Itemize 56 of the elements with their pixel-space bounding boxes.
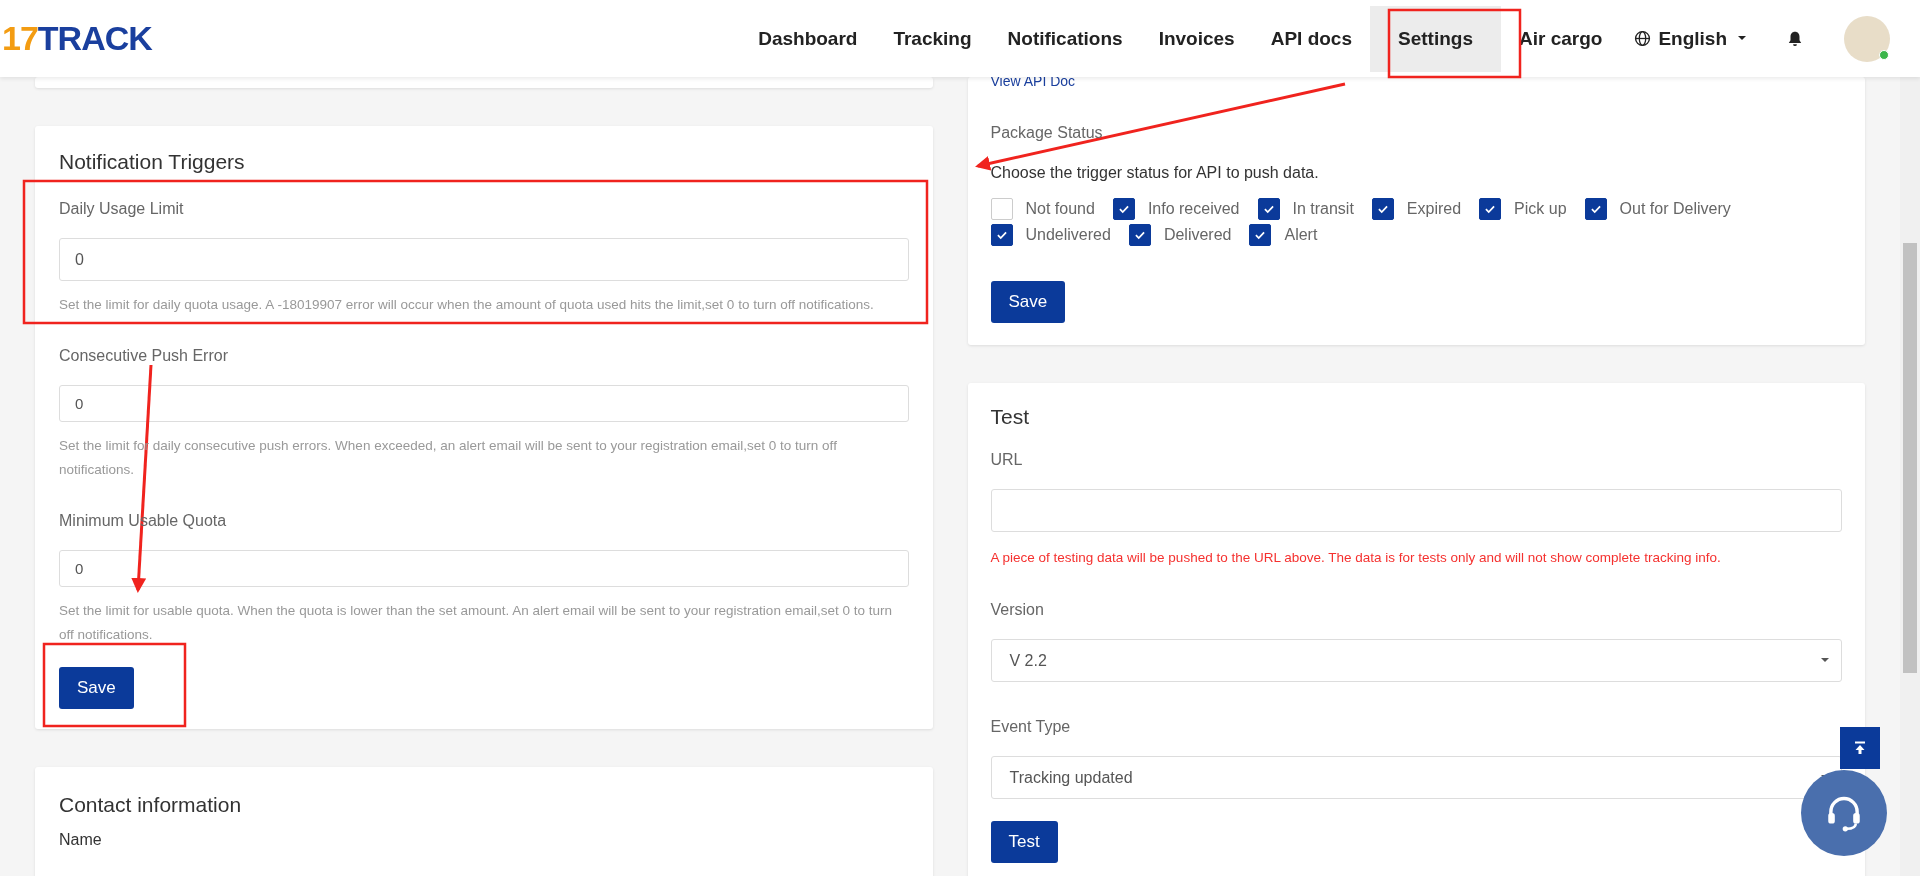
url-input-field[interactable] — [990, 489, 1842, 532]
checkbox-label: Not found — [1025, 200, 1095, 218]
section-title: Notification Triggers — [59, 150, 246, 174]
logo[interactable]: 17TRACK — [0, 19, 152, 58]
bell-icon[interactable] — [1786, 29, 1804, 48]
checkbox[interactable] — [1257, 198, 1280, 220]
checkbox[interactable] — [1584, 198, 1607, 220]
checkbox-label: Out for Delivery — [1619, 200, 1731, 218]
section-title: Contact information — [59, 793, 243, 817]
nav-tab[interactable]: Air cargo — [1500, 5, 1621, 72]
checkbox-label: In transit — [1292, 200, 1354, 218]
checkbox-label: Undelivered — [1025, 226, 1111, 244]
field-label: Consecutive Push Error — [59, 347, 229, 365]
globe-icon — [1634, 30, 1652, 47]
checkbox-label: Pick up — [1514, 200, 1567, 218]
back-to-top-button[interactable] — [1840, 727, 1880, 769]
field-label: URL — [990, 451, 1024, 469]
checkbox[interactable] — [990, 224, 1013, 246]
checkbox[interactable] — [1128, 224, 1151, 246]
checkbox[interactable] — [1112, 198, 1135, 220]
caret-icon — [1821, 658, 1829, 663]
checkbox-label: Info received — [1147, 200, 1240, 218]
save-button[interactable]: Save — [990, 281, 1066, 323]
arrow-up-icon — [1852, 740, 1868, 756]
nav-tab[interactable]: Settings — [1370, 5, 1501, 72]
scrollbar[interactable] — [1900, 77, 1920, 876]
language-selector[interactable]: English — [1634, 27, 1746, 50]
save-button[interactable]: Save — [59, 667, 134, 709]
checkbox[interactable] — [1479, 198, 1502, 220]
nav-tab[interactable]: Dashboard — [740, 5, 876, 72]
field-label: Package Status — [990, 124, 1104, 142]
checkbox-label: Alert — [1284, 226, 1318, 244]
test-button[interactable]: Test — [990, 821, 1058, 863]
field-label: Version — [990, 601, 1045, 619]
checkbox[interactable] — [1371, 198, 1394, 220]
field-label: Daily Usage Limit — [59, 200, 185, 218]
event-type-dropdown[interactable]: Tracking updated — [990, 756, 1842, 799]
caret-icon — [1738, 36, 1746, 41]
field-label: Event Type — [990, 718, 1072, 736]
nav-tab[interactable]: API docs — [1252, 5, 1370, 72]
input-field[interactable]: 0 — [59, 385, 909, 422]
nav-tab[interactable]: Notifications — [989, 5, 1141, 72]
input-field[interactable]: 0 — [59, 238, 909, 281]
checkbox-label: Delivered — [1163, 226, 1232, 244]
section-title: Test — [990, 405, 1030, 429]
nav-tab[interactable]: Invoices — [1140, 5, 1253, 72]
help-text: A piece of testing data will be pushed to the URL above. The data is for tests only and will not show complete tracking info. — [990, 550, 1722, 565]
help-text: Set the limit for usable quota. When the quota is lower than the set amount. An alert email will be sent to your registration email,set 0 to turn off notifications. — [59, 602, 893, 644]
prompt-text: Choose the trigger status for API to push data. — [990, 164, 1320, 182]
help-text: Set the limit for daily quota usage. A -18019907 error will occur when the amount of quota used hits the limit,set 0 to turn off notifications. — [59, 296, 875, 314]
checkbox-label: Expired — [1406, 200, 1462, 218]
nav-tab[interactable]: Tracking — [875, 5, 990, 72]
field-label: Name — [59, 831, 103, 849]
version-dropdown[interactable]: V 2.2 — [990, 639, 1842, 682]
checkbox[interactable] — [1249, 224, 1272, 246]
input-field[interactable]: 0 — [59, 550, 909, 587]
